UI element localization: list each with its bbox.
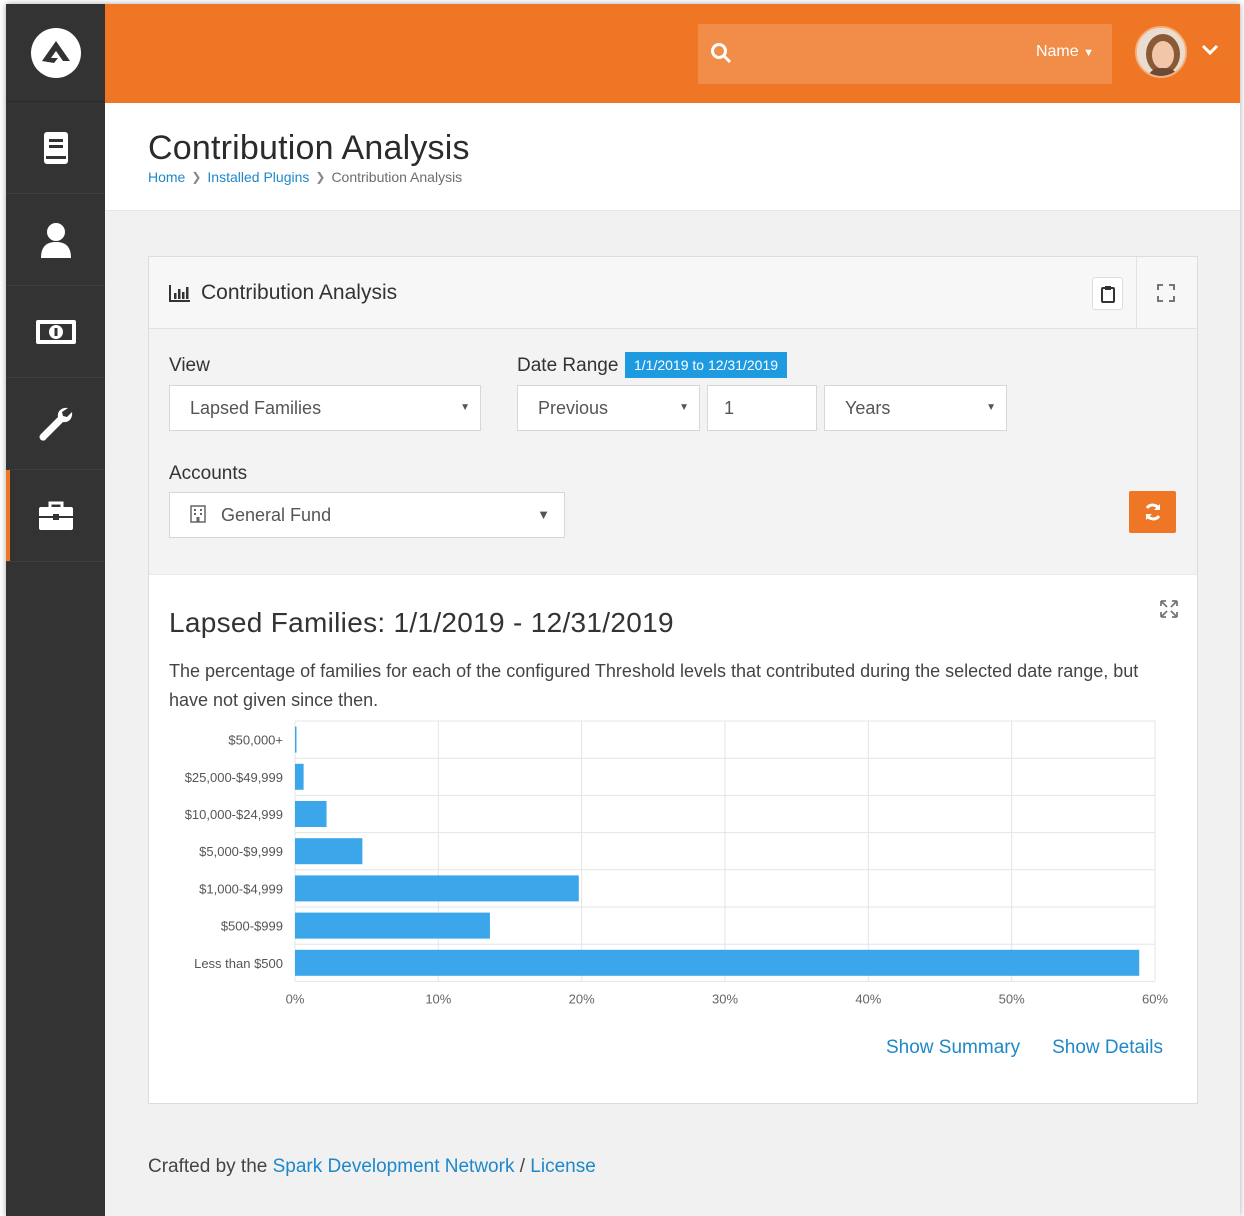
view-label: View — [169, 355, 210, 376]
x-tick-label: 40% — [855, 991, 881, 1006]
accounts-label: Accounts — [169, 463, 248, 484]
footer: Crafted by the Spark Development Network… — [148, 1156, 596, 1178]
search-type-label: Name — [1035, 43, 1079, 60]
lapsed-families-bar-chart: 0% 10% 20% 30% 40% 50% 60% $50,000+ $25,000-$49,… — [185, 720, 1168, 1006]
contribution-analysis-panel: Contribution Analysis View Lapsed Famili… — [148, 256, 1198, 1104]
heading-divider — [1136, 257, 1137, 329]
sidebar-item-people[interactable] — [6, 194, 105, 286]
date-range-badge: 1/1/2019 to 12/31/2019 — [625, 352, 788, 378]
app-window: Name ▼ Contribution Analysis Home ❯ Inst… — [6, 4, 1240, 1216]
date-mode-value: Previous — [538, 398, 609, 418]
category-label: $5,000-$9,999 — [199, 844, 283, 859]
breadcrumb-installed-plugins[interactable]: Installed Plugins — [207, 169, 309, 185]
x-tick-label: 20% — [569, 991, 595, 1006]
panel-heading: Contribution Analysis — [149, 257, 1197, 329]
search-type-dropdown[interactable]: Name ▼ — [1036, 43, 1094, 61]
page-header: Contribution Analysis Home ❯ Installed P… — [105, 103, 1240, 211]
person-icon — [40, 222, 71, 258]
sidebar — [6, 4, 105, 1216]
date-mode-select[interactable]: Previous ▼ — [517, 385, 700, 431]
category-label: $10,000-$24,999 — [185, 807, 283, 822]
bar — [295, 949, 1140, 976]
view-select[interactable]: Lapsed Families ▼ — [169, 385, 481, 431]
sidebar-item-finance[interactable] — [6, 286, 105, 378]
category-label: $500-$999 — [221, 919, 283, 934]
bar — [295, 912, 490, 939]
search-icon — [711, 43, 732, 64]
view-select-value: Lapsed Families — [190, 398, 322, 418]
category-label: $25,000-$49,999 — [185, 770, 283, 785]
avatar[interactable] — [1135, 26, 1187, 78]
chart-section: Lapsed Families: 1/1/2019 - 12/31/2019 T… — [149, 575, 1197, 1103]
sidebar-item-tools[interactable] — [6, 378, 105, 470]
bar — [295, 763, 304, 790]
bar — [295, 838, 363, 865]
footer-separator: / — [519, 1156, 526, 1177]
date-unit-select[interactable]: Years ▼ — [824, 385, 1007, 431]
caret-down-icon: ▼ — [986, 402, 996, 413]
caret-down-icon: ▼ — [460, 402, 470, 413]
bar-chart-icon — [169, 285, 190, 302]
chevron-down-icon[interactable] — [1201, 44, 1219, 56]
panel-title-text: Contribution Analysis — [201, 281, 398, 304]
breadcrumb-current: Contribution Analysis — [331, 169, 463, 185]
category-label: $1,000-$4,999 — [199, 881, 283, 896]
date-count-value: 1 — [724, 398, 735, 418]
chevron-right-icon: ❯ — [315, 170, 326, 184]
expand-icon[interactable] — [1159, 599, 1179, 619]
license-link[interactable]: License — [530, 1156, 596, 1177]
filter-area: View Lapsed Families ▼ Date Range 1/1/20… — [149, 329, 1197, 575]
show-summary-link[interactable]: Show Summary — [886, 1037, 1020, 1059]
chart-description: The percentage of families for each of t… — [169, 661, 1139, 710]
category-label: $50,000+ — [228, 733, 283, 748]
copy-button[interactable] — [1092, 277, 1123, 310]
caret-down-icon: ▼ — [679, 402, 689, 413]
sidebar-item-pages[interactable] — [6, 102, 105, 194]
accounts-picker[interactable]: General Fund ▼ — [169, 492, 565, 538]
caret-down-icon: ▼ — [1083, 47, 1094, 59]
x-tick-label: 50% — [999, 991, 1025, 1006]
x-tick-label: 10% — [425, 991, 451, 1006]
breadcrumb: Home ❯ Installed Plugins ❯ Contribution … — [148, 169, 462, 185]
chart-links: Show Summary Show Details — [886, 1037, 1163, 1059]
spark-link[interactable]: Spark Development Network — [273, 1156, 515, 1177]
top-bar: Name ▼ — [105, 4, 1240, 103]
x-tick-label: 30% — [712, 991, 738, 1006]
fullscreen-icon — [1157, 284, 1175, 302]
briefcase-icon — [38, 501, 73, 530]
clipboard-icon — [1100, 285, 1115, 303]
building-icon — [190, 505, 206, 523]
chart-title: Lapsed Families: 1/1/2019 - 12/31/2019 — [169, 607, 674, 638]
caret-down-icon: ▼ — [537, 507, 550, 522]
fullscreen-button[interactable] — [1154, 281, 1178, 305]
money-icon — [35, 319, 76, 344]
refresh-button[interactable] — [1129, 491, 1176, 533]
page-title: Contribution Analysis — [148, 129, 470, 167]
chevron-right-icon: ❯ — [191, 170, 202, 184]
accounts-value: General Fund — [221, 505, 332, 525]
avatar-image — [1137, 28, 1185, 76]
bar — [295, 726, 297, 753]
rock-logo-icon — [30, 27, 81, 78]
footer-prefix: Crafted by the — [148, 1156, 268, 1177]
search-input[interactable]: Name ▼ — [698, 24, 1112, 84]
sidebar-item-admin[interactable] — [6, 470, 105, 562]
book-icon — [43, 131, 68, 164]
bar — [295, 875, 579, 902]
date-unit-value: Years — [845, 398, 891, 418]
rock-logo[interactable] — [6, 4, 105, 102]
category-label: Less than $500 — [194, 956, 283, 971]
bar — [295, 801, 327, 827]
breadcrumb-home[interactable]: Home — [148, 169, 185, 185]
wrench-icon — [39, 407, 72, 441]
show-details-link[interactable]: Show Details — [1052, 1037, 1163, 1059]
date-count-input[interactable]: 1 — [707, 385, 817, 431]
panel-title: Contribution Analysis — [169, 281, 397, 305]
refresh-icon — [1145, 503, 1160, 521]
x-tick-label: 0% — [286, 991, 305, 1006]
x-tick-label: 60% — [1142, 991, 1168, 1006]
date-range-label: Date Range — [517, 355, 619, 376]
